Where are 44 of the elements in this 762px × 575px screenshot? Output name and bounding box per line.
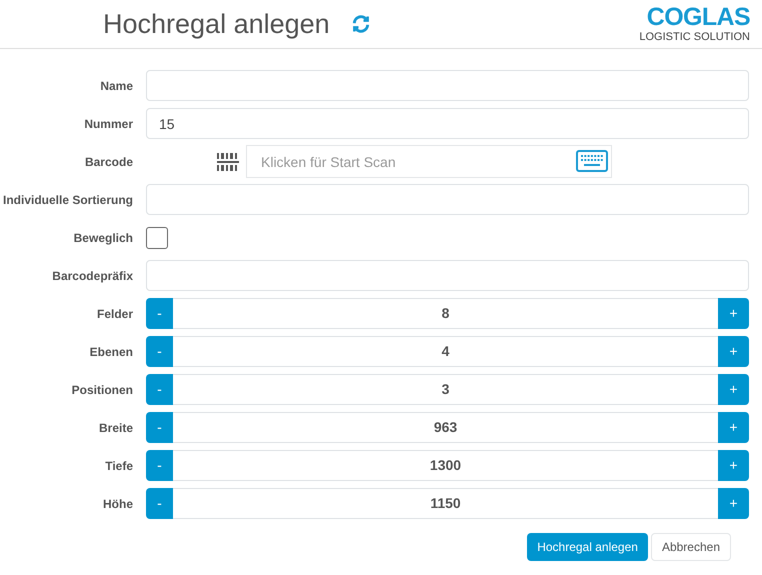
- decrement-button[interactable]: -: [146, 336, 173, 367]
- cancel-button[interactable]: Abbrechen: [650, 533, 731, 561]
- field-label: Barcode: [84, 154, 133, 170]
- field-label: Beweglich: [72, 230, 133, 246]
- keyboard-icon[interactable]: [576, 150, 608, 172]
- number-field[interactable]: 1300: [173, 450, 718, 481]
- decrement-button[interactable]: -: [146, 374, 173, 405]
- field-label: Name: [99, 78, 133, 94]
- number-field[interactable]: 8: [173, 298, 718, 329]
- field-label: Höhe: [102, 496, 133, 512]
- text-field[interactable]: 15: [146, 108, 749, 139]
- number-field[interactable]: 4: [173, 336, 718, 367]
- decrement-button[interactable]: -: [146, 450, 173, 481]
- barcode-icon: [217, 152, 239, 170]
- checkbox[interactable]: [146, 226, 168, 248]
- increment-button[interactable]: +: [718, 298, 749, 329]
- field-label: Barcodepräfix: [51, 268, 133, 284]
- number-field[interactable]: 3: [173, 374, 718, 405]
- number-field[interactable]: 1150: [173, 488, 718, 519]
- field-label: Tiefe: [104, 458, 133, 474]
- field-label: Ebenen: [88, 344, 133, 360]
- decrement-button[interactable]: -: [146, 412, 173, 443]
- decrement-button[interactable]: -: [146, 488, 173, 519]
- number-field[interactable]: 963: [173, 412, 718, 443]
- increment-button[interactable]: +: [718, 336, 749, 367]
- logo-tagline: LOGISTIC SOLUTION: [639, 32, 750, 43]
- increment-button[interactable]: +: [718, 374, 749, 405]
- increment-button[interactable]: +: [718, 488, 749, 519]
- field-label: Individuelle Sortierung: [2, 192, 133, 208]
- logo-wordmark: COGLAS: [646, 5, 750, 30]
- page-title: Hochregal anlegen: [103, 8, 330, 41]
- field-label: Breite: [98, 420, 133, 436]
- submit-button[interactable]: Hochregal anlegen: [527, 533, 648, 561]
- refresh-icon[interactable]: [350, 14, 371, 34]
- text-field[interactable]: [146, 184, 749, 215]
- increment-button[interactable]: +: [718, 450, 749, 481]
- increment-button[interactable]: +: [718, 412, 749, 443]
- text-field[interactable]: [146, 70, 749, 101]
- field-label: Positionen: [70, 382, 133, 398]
- barcode-field[interactable]: Klicken für Start Scan: [246, 145, 612, 178]
- decrement-button[interactable]: -: [146, 298, 173, 329]
- text-field[interactable]: [146, 260, 749, 291]
- field-label: Felder: [96, 306, 133, 322]
- field-label: Nummer: [83, 116, 133, 132]
